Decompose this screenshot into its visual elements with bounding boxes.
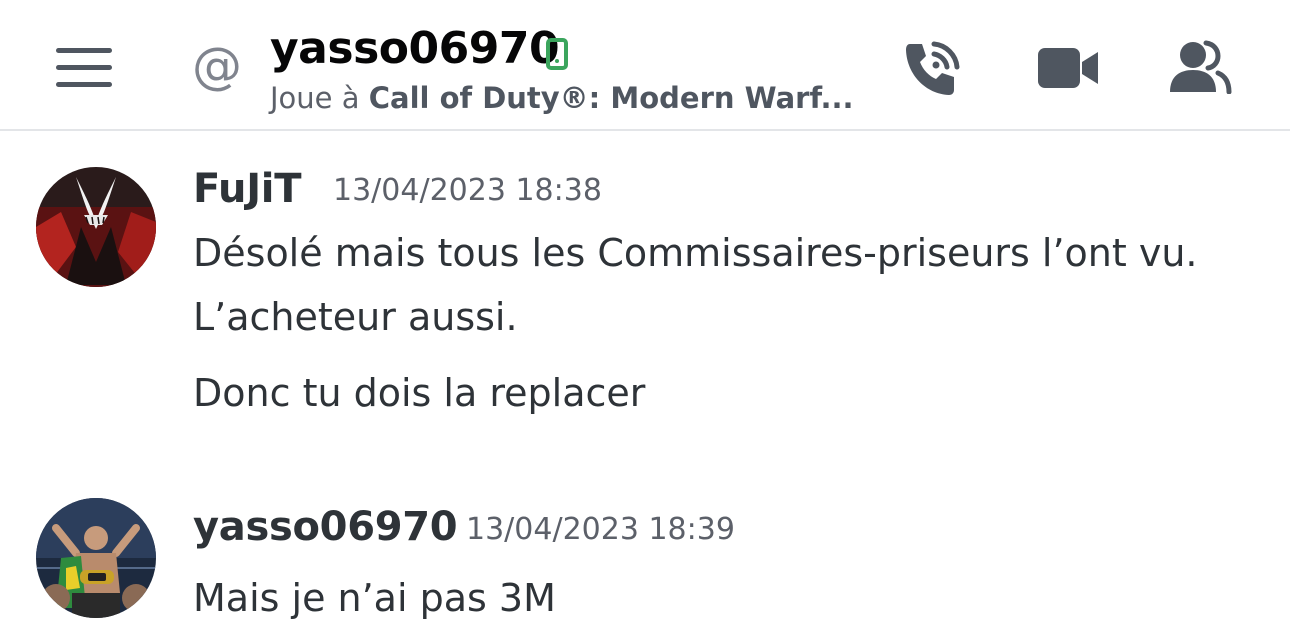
mobile-status-icon xyxy=(546,38,568,70)
video-camera-icon[interactable] xyxy=(1036,46,1100,94)
chat-header: @ yasso06970 Joue à Call of Duty®: Moder… xyxy=(0,0,1290,131)
message-text: Mais je n’ai pas 3M xyxy=(193,576,556,620)
activity-game: Call of Duty®: Modern Warf... xyxy=(368,81,854,115)
people-icon[interactable] xyxy=(1166,40,1232,98)
message-author[interactable]: FuJiT xyxy=(193,164,302,214)
activity-prefix: Joue à xyxy=(270,81,369,115)
message-timestamp: 13/04/2023 18:38 xyxy=(333,173,602,208)
message-timestamp: 13/04/2023 18:39 xyxy=(466,512,735,547)
activity-status: Joue à Call of Duty®: Modern Warf... xyxy=(270,78,854,118)
at-icon: @ xyxy=(192,37,242,95)
phone-call-icon[interactable] xyxy=(900,38,964,102)
message-text: Désolé mais tous les Commissaires-priseu… xyxy=(193,231,1198,275)
message-author[interactable]: yasso06970 xyxy=(193,502,458,552)
channel-title[interactable]: yasso06970 xyxy=(270,22,560,76)
hamburger-menu-icon[interactable] xyxy=(56,48,112,87)
message-text: Donc tu dois la replacer xyxy=(193,371,646,415)
message-text: L’acheteur aussi. xyxy=(193,295,518,339)
avatar[interactable] xyxy=(36,498,156,618)
avatar[interactable] xyxy=(36,167,156,287)
